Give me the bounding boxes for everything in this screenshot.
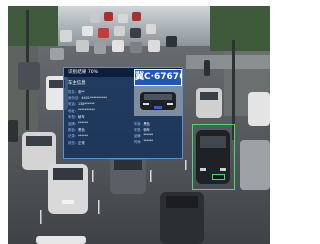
info-row-value: 4401**********: [81, 95, 107, 100]
vehicle-detection-box[interactable]: [192, 124, 235, 190]
left-car-1-window: [26, 136, 52, 146]
attribute-key: 车身:: [134, 121, 142, 126]
right-tree: [210, 6, 270, 51]
attribute-key: 时间:: [134, 139, 142, 144]
attribute-value: 轿车: [143, 127, 150, 132]
info-row-key: 姓名:: [68, 89, 76, 94]
info-row-key: 记录:: [68, 134, 76, 139]
attribute-value: 黑色: [143, 121, 150, 126]
info-row-value: 正常: [77, 140, 85, 145]
right-car-1-window: [200, 92, 218, 100]
owner-info-title: 车主信息: [68, 81, 86, 86]
info-row-key: 状态:: [68, 140, 76, 145]
info-row-key: 品牌:: [68, 121, 76, 126]
left-car-2-plate: [62, 200, 74, 204]
license-plate-label: 冀C·676765: [134, 69, 182, 86]
info-row-value: 张**: [77, 89, 85, 94]
info-row-value: 黑色: [77, 128, 85, 133]
info-row-key: 颜色:: [68, 128, 76, 133]
right-car-2: [248, 92, 270, 126]
bottom-white-car: [36, 236, 86, 244]
left-car-2-window: [53, 168, 83, 180]
vehicle-thumbnail: [134, 86, 182, 116]
info-row-key: 身份证:: [68, 96, 80, 101]
info-row-value: 轿车: [77, 115, 85, 120]
attribute-value: ******: [143, 133, 154, 137]
right-car-3: [240, 140, 270, 190]
right-motorbike: [204, 60, 210, 76]
vehicle-attributes: 车身: 黑色 车型: 轿车 品牌: ****** 时间: ******: [134, 120, 182, 144]
info-row-value: ******: [77, 133, 89, 138]
left-van: [18, 62, 40, 90]
recognition-info-panel: 识别结果 70% 车主信息 姓名: 张** 身份证: 4401********** …: [63, 67, 183, 159]
center-car-window: [114, 160, 142, 170]
owner-info-rows: 姓名: 张** 身份证: 4401********** 电话: 138****** 地…: [68, 88, 128, 146]
detection-plate-marker: [212, 174, 225, 180]
info-row-value: ******: [77, 121, 89, 126]
bottom-dark-car-window: [166, 196, 198, 208]
info-row-key: 地址:: [68, 108, 76, 113]
attribute-key: 车型:: [134, 127, 142, 132]
right-bridge: [186, 55, 270, 69]
attribute-value: ******: [143, 139, 154, 143]
info-row-key: 车型:: [68, 115, 76, 120]
attribute-row: 时间: ******: [134, 138, 182, 144]
info-row: 状态: 正常: [68, 139, 128, 145]
info-row-value: **********: [77, 108, 95, 113]
info-row-key: 电话:: [68, 102, 76, 107]
left-tree: [8, 6, 58, 46]
left-edge-car: [8, 120, 18, 142]
attribute-key: 品牌:: [134, 133, 142, 138]
info-row-value: 138******: [77, 101, 95, 106]
